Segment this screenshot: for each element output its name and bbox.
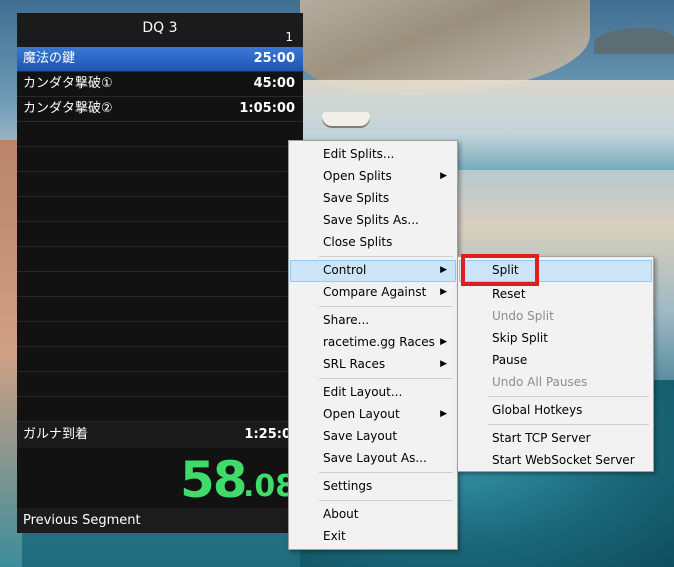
final-split-row: ガルナ到着 1:25:0 <box>17 422 303 448</box>
menu-label: Control <box>323 263 367 277</box>
game-title: DQ 3 <box>142 20 178 36</box>
empty-split-row <box>17 222 303 247</box>
menu-item-close-splits[interactable]: Close Splits <box>291 232 455 252</box>
menu-separator <box>488 424 649 425</box>
submenu-arrow-icon: ▶ <box>440 265 447 275</box>
menu-label: Undo Split <box>492 309 554 323</box>
menu-label: Save Layout As... <box>323 451 427 465</box>
menu-item-global-hotkeys[interactable]: Global Hotkeys <box>460 400 651 420</box>
menu-separator <box>488 396 649 397</box>
submenu-arrow-icon: ▶ <box>440 171 447 181</box>
menu-item-settings[interactable]: Settings <box>291 476 455 496</box>
menu-item-save-splits-as[interactable]: Save Splits As... <box>291 210 455 230</box>
menu-label: Pause <box>492 353 528 367</box>
context-menu: Edit Splits... Open Splits ▶ Save Splits … <box>288 140 458 550</box>
final-split-name: ガルナ到着 <box>23 427 89 442</box>
submenu-arrow-icon: ▶ <box>440 409 447 419</box>
empty-split-row <box>17 197 303 222</box>
menu-item-save-splits[interactable]: Save Splits <box>291 188 455 208</box>
highlight-annotation-box <box>461 254 539 286</box>
menu-item-open-splits[interactable]: Open Splits ▶ <box>291 166 455 186</box>
livesplit-window[interactable]: DQ 3 1 魔法の鍵 25:00 カンダタ撃破① 45:00 カンダタ撃破② … <box>17 13 303 533</box>
split-name: カンダタ撃破① <box>23 76 113 91</box>
game-title-header: DQ 3 1 <box>17 13 303 47</box>
menu-label: Start TCP Server <box>492 431 591 445</box>
menu-item-undo-all-pauses[interactable]: Undo All Pauses <box>460 372 651 392</box>
menu-label: Exit <box>323 529 346 543</box>
menu-label: racetime.gg Races <box>323 335 435 349</box>
menu-item-share[interactable]: Share... <box>291 310 455 330</box>
boat-scenery <box>322 112 370 126</box>
split-name: 魔法の鍵 <box>23 51 76 66</box>
menu-item-reset[interactable]: Reset <box>460 284 651 304</box>
control-submenu: Split Reset Undo Split Skip Split Pause … <box>457 256 654 472</box>
split-time: 1:05:00 <box>239 101 295 116</box>
menu-label: Start WebSocket Server <box>492 453 635 467</box>
menu-item-open-layout[interactable]: Open Layout ▶ <box>291 404 455 424</box>
menu-item-edit-splits[interactable]: Edit Splits... <box>291 144 455 164</box>
split-row: カンダタ撃破① 45:00 <box>17 72 303 97</box>
menu-label: Global Hotkeys <box>492 403 583 417</box>
attempt-count: 1 <box>285 30 293 44</box>
empty-split-row <box>17 247 303 272</box>
menu-item-skip-split[interactable]: Skip Split <box>460 328 651 348</box>
menu-label: Open Layout <box>323 407 400 421</box>
empty-split-row <box>17 397 303 422</box>
empty-split-row <box>17 322 303 347</box>
menu-separator <box>319 500 453 501</box>
submenu-arrow-icon: ▶ <box>440 359 447 369</box>
menu-label: Edit Layout... <box>323 385 403 399</box>
menu-label: Skip Split <box>492 331 548 345</box>
main-timer: 58 .08 <box>17 449 303 509</box>
menu-label: Edit Splits... <box>323 147 395 161</box>
empty-split-row <box>17 147 303 172</box>
menu-item-pause[interactable]: Pause <box>460 350 651 370</box>
menu-label: Save Layout <box>323 429 398 443</box>
final-split-time: 1:25:0 <box>244 427 291 442</box>
empty-split-row <box>17 172 303 197</box>
menu-item-exit[interactable]: Exit <box>291 526 455 546</box>
menu-item-start-tcp-server[interactable]: Start TCP Server <box>460 428 651 448</box>
submenu-arrow-icon: ▶ <box>440 337 447 347</box>
menu-item-compare-against[interactable]: Compare Against ▶ <box>291 282 455 302</box>
menu-item-srl-races[interactable]: SRL Races ▶ <box>291 354 455 374</box>
menu-label: Settings <box>323 479 373 493</box>
menu-separator <box>319 378 453 379</box>
menu-label: Share... <box>323 313 370 327</box>
split-time: 25:00 <box>253 51 295 66</box>
menu-separator <box>319 306 453 307</box>
menu-item-edit-layout[interactable]: Edit Layout... <box>291 382 455 402</box>
empty-split-row <box>17 372 303 397</box>
empty-split-row <box>17 272 303 297</box>
previous-segment-label: Previous Segment <box>17 508 303 533</box>
split-time: 45:00 <box>253 76 295 91</box>
menu-item-about[interactable]: About <box>291 504 455 524</box>
split-row: カンダタ撃破② 1:05:00 <box>17 97 303 122</box>
empty-split-row <box>17 122 303 147</box>
empty-split-row <box>17 297 303 322</box>
menu-label: Open Splits <box>323 169 392 183</box>
split-row-current: 魔法の鍵 25:00 <box>17 47 303 72</box>
island-scenery <box>594 28 674 54</box>
menu-item-start-websocket-server[interactable]: Start WebSocket Server <box>460 450 651 470</box>
menu-label: Reset <box>492 287 526 301</box>
empty-split-row <box>17 347 303 372</box>
split-name: カンダタ撃破② <box>23 101 113 116</box>
submenu-arrow-icon: ▶ <box>440 287 447 297</box>
menu-separator <box>319 256 453 257</box>
timer-seconds: 58 <box>180 451 248 509</box>
menu-item-save-layout-as[interactable]: Save Layout As... <box>291 448 455 468</box>
menu-label: SRL Races <box>323 357 386 371</box>
menu-label: About <box>323 507 359 521</box>
menu-label: Undo All Pauses <box>492 375 588 389</box>
menu-label: Save Splits <box>323 191 390 205</box>
menu-label: Compare Against <box>323 285 427 299</box>
menu-label: Save Splits As... <box>323 213 419 227</box>
menu-item-save-layout[interactable]: Save Layout <box>291 426 455 446</box>
menu-item-undo-split[interactable]: Undo Split <box>460 306 651 326</box>
menu-label: Close Splits <box>323 235 393 249</box>
menu-item-racetime-races[interactable]: racetime.gg Races ▶ <box>291 332 455 352</box>
menu-separator <box>319 472 453 473</box>
menu-item-control[interactable]: Control ▶ <box>290 260 456 282</box>
